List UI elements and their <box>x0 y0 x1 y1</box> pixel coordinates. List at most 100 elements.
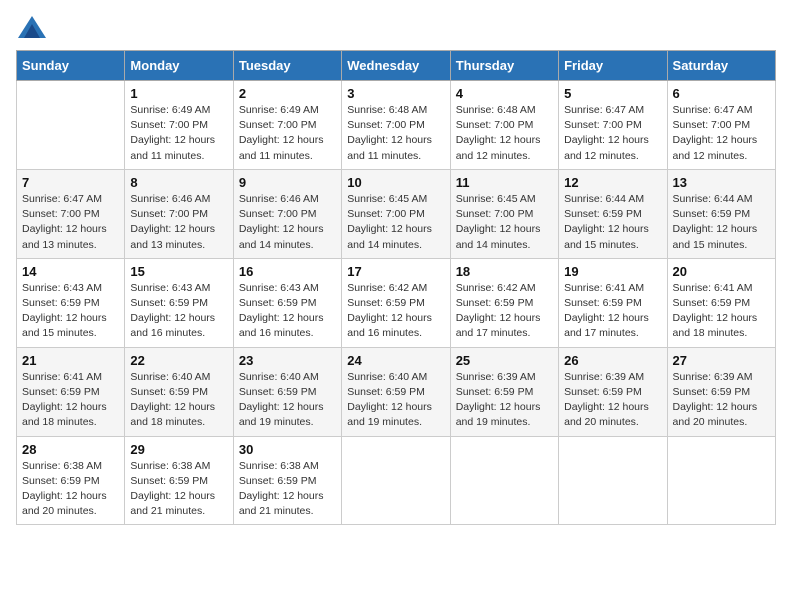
day-info: Sunrise: 6:44 AM Sunset: 6:59 PM Dayligh… <box>673 192 770 253</box>
day-info: Sunrise: 6:42 AM Sunset: 6:59 PM Dayligh… <box>456 281 553 342</box>
sunrise-label: Sunrise: 6:47 AM <box>22 193 102 205</box>
sunset-label: Sunset: 6:59 PM <box>239 386 317 398</box>
daylight-label: Daylight: 12 hours and 13 minutes. <box>22 223 107 250</box>
calendar-cell: 8 Sunrise: 6:46 AM Sunset: 7:00 PM Dayli… <box>125 169 233 258</box>
daylight-label: Daylight: 12 hours and 15 minutes. <box>564 223 649 250</box>
calendar-cell: 1 Sunrise: 6:49 AM Sunset: 7:00 PM Dayli… <box>125 81 233 170</box>
daylight-label: Daylight: 12 hours and 18 minutes. <box>673 312 758 339</box>
logo-icon <box>18 16 46 38</box>
daylight-label: Daylight: 12 hours and 14 minutes. <box>456 223 541 250</box>
calendar-week-row: 28 Sunrise: 6:38 AM Sunset: 6:59 PM Dayl… <box>17 436 776 525</box>
daylight-label: Daylight: 12 hours and 19 minutes. <box>456 401 541 428</box>
sunset-label: Sunset: 6:59 PM <box>673 386 751 398</box>
day-number: 3 <box>347 86 444 101</box>
day-number: 29 <box>130 442 227 457</box>
daylight-label: Daylight: 12 hours and 12 minutes. <box>456 134 541 161</box>
day-number: 2 <box>239 86 336 101</box>
sunset-label: Sunset: 6:59 PM <box>130 386 208 398</box>
day-number: 16 <box>239 264 336 279</box>
sunrise-label: Sunrise: 6:42 AM <box>456 282 536 294</box>
sunrise-label: Sunrise: 6:38 AM <box>239 460 319 472</box>
sunrise-label: Sunrise: 6:43 AM <box>22 282 102 294</box>
day-number: 28 <box>22 442 119 457</box>
sunset-label: Sunset: 7:00 PM <box>564 119 642 131</box>
daylight-label: Daylight: 12 hours and 16 minutes. <box>239 312 324 339</box>
sunrise-label: Sunrise: 6:48 AM <box>456 104 536 116</box>
day-number: 8 <box>130 175 227 190</box>
sunset-label: Sunset: 7:00 PM <box>239 119 317 131</box>
day-number: 30 <box>239 442 336 457</box>
day-info: Sunrise: 6:43 AM Sunset: 6:59 PM Dayligh… <box>130 281 227 342</box>
day-info: Sunrise: 6:48 AM Sunset: 7:00 PM Dayligh… <box>347 103 444 164</box>
day-info: Sunrise: 6:42 AM Sunset: 6:59 PM Dayligh… <box>347 281 444 342</box>
calendar-cell: 26 Sunrise: 6:39 AM Sunset: 6:59 PM Dayl… <box>559 347 667 436</box>
day-number: 9 <box>239 175 336 190</box>
day-number: 6 <box>673 86 770 101</box>
day-number: 14 <box>22 264 119 279</box>
day-info: Sunrise: 6:43 AM Sunset: 6:59 PM Dayligh… <box>239 281 336 342</box>
daylight-label: Daylight: 12 hours and 20 minutes. <box>22 490 107 517</box>
day-number: 5 <box>564 86 661 101</box>
day-number: 7 <box>22 175 119 190</box>
calendar-cell: 7 Sunrise: 6:47 AM Sunset: 7:00 PM Dayli… <box>17 169 125 258</box>
calendar-cell: 13 Sunrise: 6:44 AM Sunset: 6:59 PM Dayl… <box>667 169 775 258</box>
calendar-cell: 19 Sunrise: 6:41 AM Sunset: 6:59 PM Dayl… <box>559 258 667 347</box>
day-number: 25 <box>456 353 553 368</box>
day-info: Sunrise: 6:39 AM Sunset: 6:59 PM Dayligh… <box>564 370 661 431</box>
day-number: 17 <box>347 264 444 279</box>
sunrise-label: Sunrise: 6:38 AM <box>130 460 210 472</box>
sunrise-label: Sunrise: 6:44 AM <box>564 193 644 205</box>
calendar-cell <box>17 81 125 170</box>
day-info: Sunrise: 6:41 AM Sunset: 6:59 PM Dayligh… <box>673 281 770 342</box>
day-info: Sunrise: 6:44 AM Sunset: 6:59 PM Dayligh… <box>564 192 661 253</box>
col-header-monday: Monday <box>125 51 233 81</box>
sunrise-label: Sunrise: 6:42 AM <box>347 282 427 294</box>
day-number: 27 <box>673 353 770 368</box>
col-header-sunday: Sunday <box>17 51 125 81</box>
sunset-label: Sunset: 7:00 PM <box>456 208 534 220</box>
sunset-label: Sunset: 6:59 PM <box>239 475 317 487</box>
calendar-cell: 21 Sunrise: 6:41 AM Sunset: 6:59 PM Dayl… <box>17 347 125 436</box>
sunset-label: Sunset: 6:59 PM <box>22 297 100 309</box>
sunset-label: Sunset: 6:59 PM <box>347 386 425 398</box>
logo <box>16 16 48 38</box>
calendar-cell: 2 Sunrise: 6:49 AM Sunset: 7:00 PM Dayli… <box>233 81 341 170</box>
sunrise-label: Sunrise: 6:47 AM <box>673 104 753 116</box>
daylight-label: Daylight: 12 hours and 11 minutes. <box>239 134 324 161</box>
daylight-label: Daylight: 12 hours and 14 minutes. <box>239 223 324 250</box>
calendar-cell <box>667 436 775 525</box>
calendar-cell: 15 Sunrise: 6:43 AM Sunset: 6:59 PM Dayl… <box>125 258 233 347</box>
calendar-cell: 22 Sunrise: 6:40 AM Sunset: 6:59 PM Dayl… <box>125 347 233 436</box>
day-number: 23 <box>239 353 336 368</box>
calendar-cell <box>342 436 450 525</box>
calendar-cell: 27 Sunrise: 6:39 AM Sunset: 6:59 PM Dayl… <box>667 347 775 436</box>
col-header-saturday: Saturday <box>667 51 775 81</box>
sunrise-label: Sunrise: 6:44 AM <box>673 193 753 205</box>
sunset-label: Sunset: 6:59 PM <box>130 297 208 309</box>
day-info: Sunrise: 6:40 AM Sunset: 6:59 PM Dayligh… <box>239 370 336 431</box>
sunrise-label: Sunrise: 6:47 AM <box>564 104 644 116</box>
sunset-label: Sunset: 6:59 PM <box>347 297 425 309</box>
sunset-label: Sunset: 7:00 PM <box>347 208 425 220</box>
daylight-label: Daylight: 12 hours and 15 minutes. <box>673 223 758 250</box>
calendar-cell: 6 Sunrise: 6:47 AM Sunset: 7:00 PM Dayli… <box>667 81 775 170</box>
day-info: Sunrise: 6:38 AM Sunset: 6:59 PM Dayligh… <box>130 459 227 520</box>
calendar-cell: 25 Sunrise: 6:39 AM Sunset: 6:59 PM Dayl… <box>450 347 558 436</box>
calendar-cell <box>450 436 558 525</box>
day-info: Sunrise: 6:49 AM Sunset: 7:00 PM Dayligh… <box>130 103 227 164</box>
calendar-cell: 29 Sunrise: 6:38 AM Sunset: 6:59 PM Dayl… <box>125 436 233 525</box>
sunrise-label: Sunrise: 6:48 AM <box>347 104 427 116</box>
daylight-label: Daylight: 12 hours and 18 minutes. <box>130 401 215 428</box>
calendar-header-row: SundayMondayTuesdayWednesdayThursdayFrid… <box>17 51 776 81</box>
daylight-label: Daylight: 12 hours and 18 minutes. <box>22 401 107 428</box>
day-number: 22 <box>130 353 227 368</box>
col-header-thursday: Thursday <box>450 51 558 81</box>
daylight-label: Daylight: 12 hours and 17 minutes. <box>456 312 541 339</box>
sunrise-label: Sunrise: 6:40 AM <box>130 371 210 383</box>
col-header-tuesday: Tuesday <box>233 51 341 81</box>
daylight-label: Daylight: 12 hours and 20 minutes. <box>673 401 758 428</box>
sunrise-label: Sunrise: 6:45 AM <box>347 193 427 205</box>
daylight-label: Daylight: 12 hours and 21 minutes. <box>130 490 215 517</box>
calendar-cell <box>559 436 667 525</box>
sunset-label: Sunset: 7:00 PM <box>347 119 425 131</box>
